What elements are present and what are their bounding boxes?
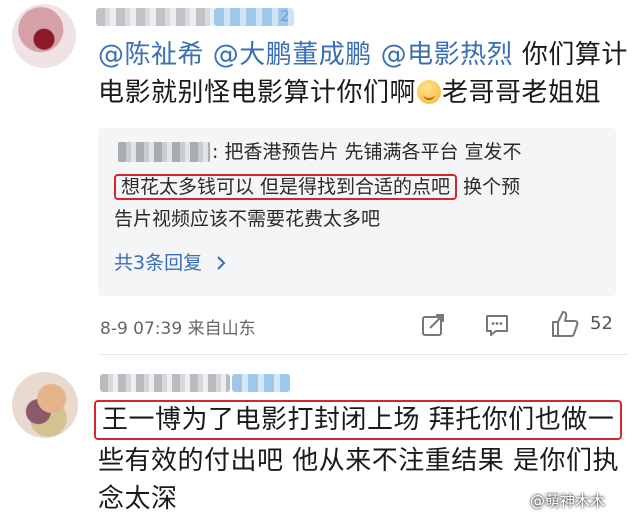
comment-text: 些有效的付出吧 他从来不注重结果 是你们执 — [98, 446, 620, 476]
chevron-right-icon — [217, 256, 226, 270]
highlight-box: 王一博为了电影打封闭上场 拜托你们也做一 — [94, 400, 623, 440]
username-blurred[interactable] — [96, 8, 216, 26]
watermark: @萌神木木 — [530, 492, 606, 510]
comment-text: 电影就别怪电影算计你们啊 — [98, 78, 417, 108]
view-replies-link[interactable]: 共3条回复 — [114, 248, 228, 275]
user-avatar[interactable] — [12, 372, 78, 438]
reply-text: : 把香港预告片 先铺满各平台 宣发不 — [212, 141, 522, 163]
comment-text-line: 王一博为了电影打封闭上场 拜托你们也做一 — [94, 400, 623, 440]
user-badge-number: 2 — [280, 7, 290, 25]
mention-link[interactable]: @陈祉希 — [98, 40, 204, 70]
user-badge-blurred — [232, 374, 290, 392]
highlight-box: 想花太多钱可以 但是得找到合适的点吧 — [114, 174, 458, 200]
username-blurred[interactable] — [100, 374, 230, 392]
comment-icon[interactable] — [484, 312, 510, 338]
comment-text-line: @陈祉希 @大鹏董成鹏 @电影热烈 你们算计 — [98, 36, 628, 74]
reply-text: 换个预 — [463, 176, 521, 198]
mention-link[interactable]: @大鹏董成鹏 — [213, 40, 372, 70]
reply-username-blurred[interactable] — [118, 142, 210, 162]
comment-text: 老哥哥老姐姐 — [442, 78, 602, 108]
comment-text: 你们算计 — [521, 40, 628, 70]
comment-text-line: 电影就别怪电影算计你们啊 老哥哥老姐姐 — [98, 74, 601, 112]
mention-link[interactable]: @电影热烈 — [381, 40, 514, 70]
comment-divider — [98, 354, 628, 355]
smile-emoji-icon — [417, 80, 442, 104]
user-avatar[interactable] — [12, 4, 76, 68]
thumbs-up-icon[interactable] — [550, 309, 580, 339]
comment-text: 念太深 — [98, 484, 178, 514]
like-count: 52 — [590, 313, 613, 334]
reply-text-line: 想花太多钱可以 但是得找到合适的点吧 换个预 — [114, 172, 520, 203]
view-replies-label: 共3条回复 — [114, 252, 203, 274]
share-icon[interactable] — [420, 312, 446, 338]
comment-timestamp-location: 8-9 07:39 来自山东 — [100, 319, 256, 339]
reply-text: 告片视频应该不需要花费太多吧 — [114, 208, 381, 230]
